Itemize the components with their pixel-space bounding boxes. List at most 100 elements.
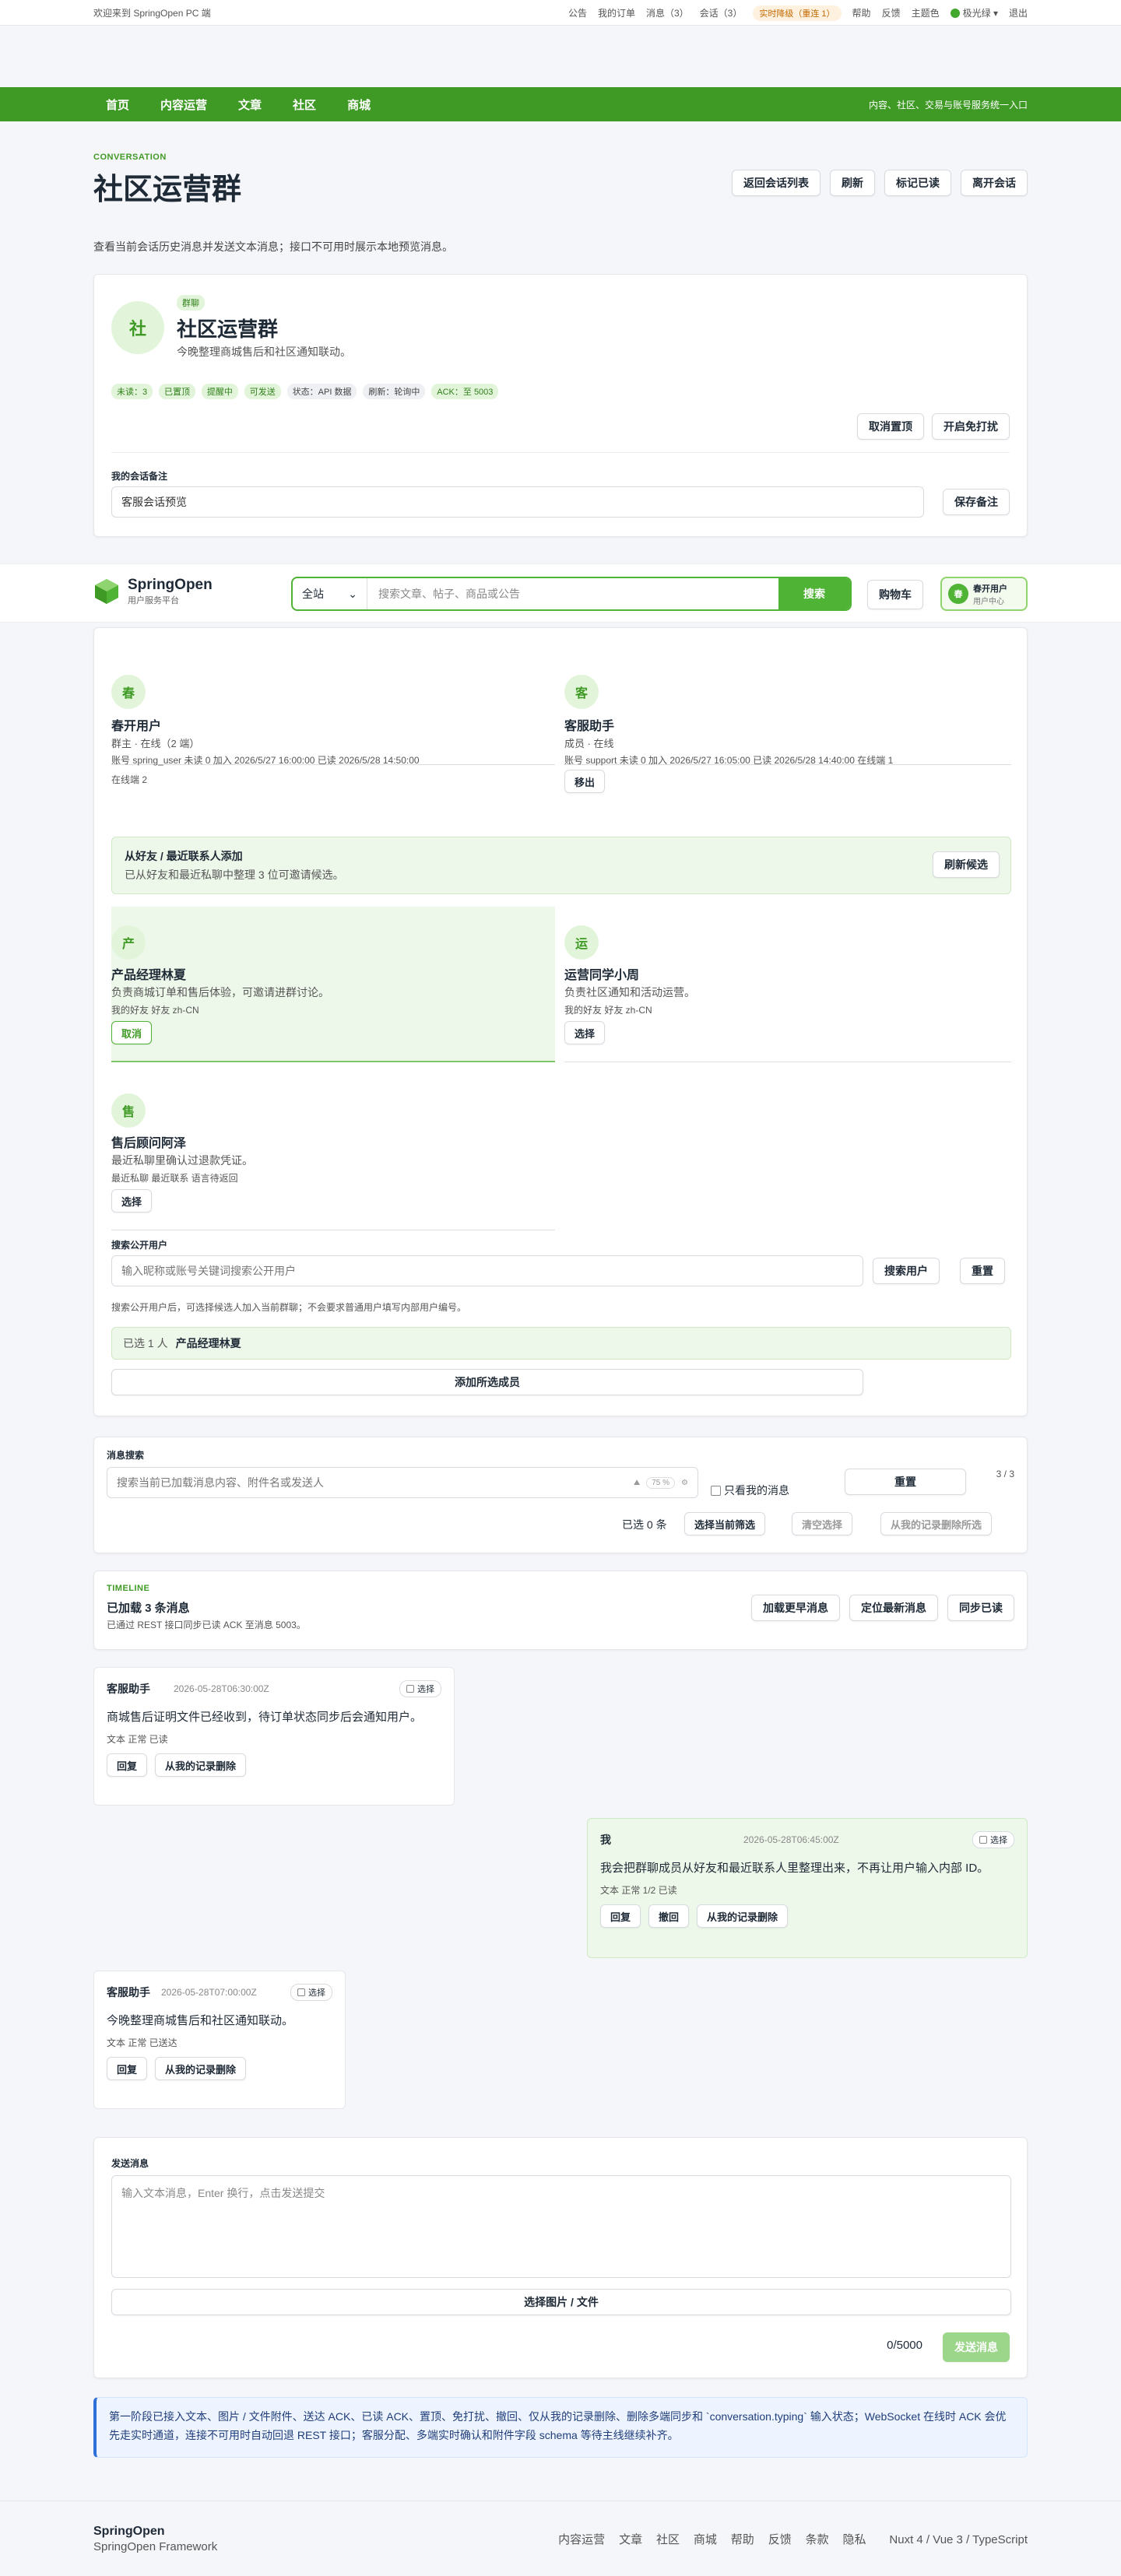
reply-button[interactable]: 回复 bbox=[107, 2057, 148, 2080]
footer-link[interactable]: 条款 bbox=[806, 2533, 829, 2546]
link-feedback[interactable]: 反馈 bbox=[882, 6, 901, 19]
search-scope-select[interactable]: 全站 ⌄ bbox=[293, 578, 367, 609]
invite-description: 已从好友和最近私聊中整理 3 位可邀请候选。 bbox=[125, 869, 344, 881]
message-time: 2026-05-28T06:45:00Z bbox=[743, 1834, 839, 1845]
footer-link[interactable]: 内容运营 bbox=[558, 2533, 605, 2546]
group-status-chips: 未读：3 已置顶 提醒中 可发送 状态：API 数据 刷新：轮询中 ACK：至 … bbox=[111, 384, 501, 399]
save-note-button[interactable]: 保存备注 bbox=[943, 489, 1010, 515]
link-notice[interactable]: 公告 bbox=[568, 6, 587, 19]
reset-search-button[interactable]: 重置 bbox=[960, 1258, 1005, 1284]
nav-community[interactable]: 社区 bbox=[280, 97, 329, 113]
candidate-card[interactable]: 售 售后顾问阿泽 最近私聊里确认过退款凭证。 最近私聊 最近联系 语言待返回 选… bbox=[111, 1075, 555, 1230]
global-search-button[interactable]: 搜索 bbox=[778, 578, 850, 609]
candidate-cancel-button[interactable]: 取消 bbox=[111, 1021, 153, 1044]
load-earlier-button[interactable]: 加载更早消息 bbox=[751, 1595, 840, 1621]
public-search-input[interactable]: 输入昵称或账号关键词搜索公开用户 bbox=[111, 1255, 863, 1286]
link-help[interactable]: 帮助 bbox=[852, 6, 871, 19]
reply-button[interactable]: 回复 bbox=[107, 1753, 148, 1777]
candidate-select-button[interactable]: 选择 bbox=[111, 1189, 153, 1213]
candidate-tags: 我的好友 好友 zh-CN bbox=[111, 1005, 199, 1016]
sync-read-button[interactable]: 同步已读 bbox=[947, 1595, 1014, 1621]
candidate-select-button[interactable]: 选择 bbox=[564, 1021, 606, 1044]
welcome-text: 欢迎来到 SpringOpen PC 端 bbox=[93, 8, 211, 19]
candidate-name: 售后顾问阿泽 bbox=[111, 1137, 187, 1150]
footer-tech-stack: Nuxt 4 / Vue 3 / TypeScript bbox=[889, 2533, 1028, 2546]
nav-articles[interactable]: 文章 bbox=[226, 97, 274, 113]
candidate-description: 最近私聊里确认过退款凭证。 bbox=[111, 1154, 253, 1167]
note-input[interactable]: 客服会话预览 bbox=[111, 486, 924, 518]
brand-logo[interactable]: SpringOpen 用户服务平台 bbox=[93, 577, 213, 606]
message-search-input[interactable]: 搜索当前已加载消息内容、附件名或发送人 ⛰ 75 % ⚙ bbox=[107, 1467, 698, 1498]
footer-link[interactable]: 隐私 bbox=[843, 2533, 866, 2546]
leave-conversation-button[interactable]: 离开会话 bbox=[961, 170, 1028, 196]
public-search-label: 搜索公开用户 bbox=[111, 1240, 168, 1251]
message-select-checkbox[interactable]: 选择 bbox=[290, 1984, 332, 2001]
jump-latest-button[interactable]: 定位最新消息 bbox=[849, 1595, 938, 1621]
search-user-button[interactable]: 搜索用户 bbox=[873, 1258, 940, 1284]
reset-message-search-button[interactable]: 重置 bbox=[845, 1469, 966, 1495]
reply-button[interactable]: 回复 bbox=[600, 1904, 641, 1928]
footer-link[interactable]: 文章 bbox=[619, 2533, 642, 2546]
realtime-status-badge: 实时降级（重连 1） bbox=[753, 5, 842, 21]
cart-button[interactable]: 购物车 bbox=[867, 580, 923, 609]
cube-logo-icon bbox=[95, 579, 118, 604]
message-sender: 我 bbox=[600, 1834, 611, 1846]
footer-link[interactable]: 反馈 bbox=[768, 2533, 792, 2546]
checkbox[interactable] bbox=[711, 1485, 721, 1496]
delete-from-my-record-button[interactable]: 从我的记录删除 bbox=[155, 1753, 247, 1777]
member-role: 成员 · 在线 bbox=[564, 738, 614, 749]
group-description: 今晚整理商城售后和社区通知联动。 bbox=[177, 346, 351, 358]
invite-panel: 从好友 / 最近联系人添加 已从好友和最近私聊中整理 3 位可邀请候选。 刷新候… bbox=[111, 837, 1011, 894]
refresh-button[interactable]: 刷新 bbox=[830, 170, 875, 196]
message-text: 我会把群聊成员从好友和最近联系人里整理出来，不再让用户输入内部 ID。 bbox=[600, 1862, 989, 1875]
zoom-control[interactable]: ⛰ 75 % ⚙ bbox=[634, 1476, 688, 1489]
member-item: 春 春开用户 群主 · 在线（2 端） 账号 spring_user 未读 0 … bbox=[111, 675, 555, 785]
select-filtered-button[interactable]: 选择当前筛选 bbox=[684, 1512, 766, 1535]
footer-link[interactable]: 商城 bbox=[694, 2533, 717, 2546]
message-select-checkbox[interactable]: 选择 bbox=[399, 1680, 441, 1697]
theme-select[interactable]: 极光绿 ▾ bbox=[950, 6, 998, 19]
unpin-button[interactable]: 取消置顶 bbox=[857, 413, 924, 440]
nav-content-ops[interactable]: 内容运营 bbox=[148, 97, 220, 113]
note-label: 我的会话备注 bbox=[111, 471, 168, 482]
choose-file-button[interactable]: 选择图片 / 文件 bbox=[111, 2289, 1011, 2315]
message-select-checkbox[interactable]: 选择 bbox=[972, 1831, 1014, 1848]
link-conversations[interactable]: 会话（3） bbox=[700, 6, 743, 19]
sendable-chip: 可发送 bbox=[244, 384, 281, 399]
timeline-description: 已通过 REST 接口同步已读 ACK 至消息 5003。 bbox=[107, 1620, 306, 1630]
footer-link[interactable]: 帮助 bbox=[731, 2533, 754, 2546]
message-bubble: 客服助手 2026-05-28T06:30:00Z 选择 商城售后证明文件已经收到，… bbox=[93, 1667, 455, 1806]
global-search-input[interactable]: 搜索文章、帖子、商品或公告 bbox=[367, 586, 778, 602]
back-to-list-button[interactable]: 返回会话列表 bbox=[732, 170, 821, 196]
selected-summary: 已选 1 人 产品经理林夏 bbox=[111, 1327, 1011, 1360]
remove-member-button[interactable]: 移出 bbox=[564, 770, 606, 793]
recall-button[interactable]: 撤回 bbox=[648, 1904, 690, 1928]
compose-textarea[interactable]: 输入文本消息，Enter 换行，点击发送提交 bbox=[111, 2175, 1011, 2278]
message-time: 2026-05-28T06:30:00Z bbox=[174, 1683, 269, 1694]
integration-notice: 第一阶段已接入文本、图片 / 文件附件、送达 ACK、已读 ACK、置顶、免打扰… bbox=[93, 2397, 1028, 2458]
candidate-tags: 最近私聊 最近联系 语言待返回 bbox=[111, 1173, 238, 1184]
selected-message-count: 已选 0 条 bbox=[622, 1518, 667, 1531]
clear-selection-button[interactable]: 清空选择 bbox=[792, 1512, 853, 1535]
refresh-candidates-button[interactable]: 刷新候选 bbox=[933, 851, 1000, 878]
delete-from-my-record-button[interactable]: 从我的记录删除 bbox=[697, 1904, 789, 1928]
nav-slogan: 内容、社区、交易与账号服务统一入口 bbox=[868, 99, 1028, 111]
add-selected-members-button[interactable]: 添加所选成员 bbox=[111, 1369, 863, 1395]
do-not-disturb-button[interactable]: 开启免打扰 bbox=[932, 413, 1010, 440]
mark-read-button[interactable]: 标记已读 bbox=[884, 170, 951, 196]
candidate-card-selected[interactable]: 产 产品经理林夏 负责商城订单和售后体验，可邀请进群讨论。 我的好友 好友 zh… bbox=[111, 907, 555, 1062]
delete-from-my-record-button[interactable]: 从我的记录删除 bbox=[155, 2057, 247, 2080]
footer-link[interactable]: 社区 bbox=[656, 2533, 680, 2546]
delete-selected-button[interactable]: 从我的记录删除所选 bbox=[880, 1512, 993, 1535]
settings-icon: ⚙ bbox=[681, 1478, 688, 1487]
nav-mall[interactable]: 商城 bbox=[335, 97, 383, 113]
user-center-button[interactable]: 春 春开用户 用户中心 bbox=[940, 577, 1028, 611]
candidate-card[interactable]: 运 运营同学小周 负责社区通知和活动运营。 我的好友 好友 zh-CN 选择 bbox=[564, 907, 1011, 1062]
send-message-button[interactable]: 发送消息 bbox=[943, 2332, 1010, 2362]
link-orders[interactable]: 我的订单 bbox=[598, 6, 635, 19]
nav-home[interactable]: 首页 bbox=[93, 97, 142, 113]
link-messages[interactable]: 消息（3） bbox=[646, 6, 689, 19]
logout-link[interactable]: 退出 bbox=[1009, 6, 1028, 19]
only-mine-checkbox[interactable]: 只看我的消息 bbox=[711, 1483, 789, 1498]
message-time: 2026-05-28T07:00:00Z bbox=[161, 1987, 257, 1998]
